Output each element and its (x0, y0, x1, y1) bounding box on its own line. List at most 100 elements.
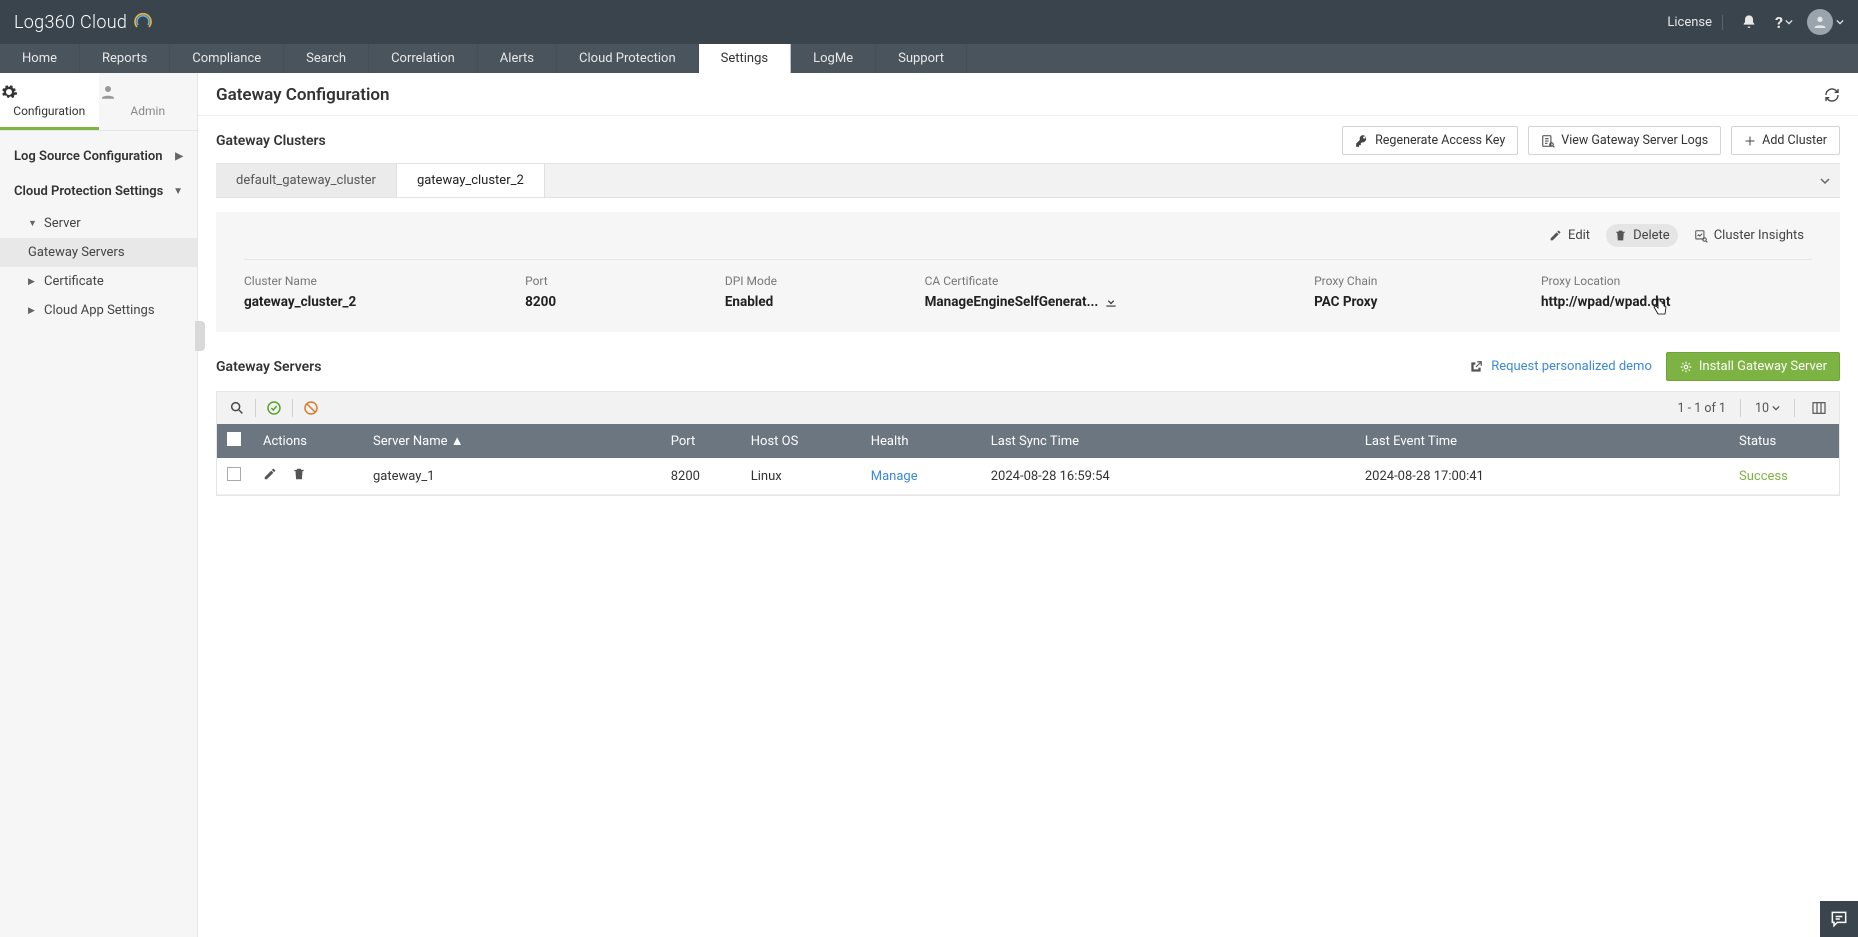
logo-swirl-icon (133, 13, 151, 31)
top-right-controls: License ? (1667, 9, 1844, 35)
caret-right-icon: ▶ (28, 306, 38, 316)
search-icon[interactable] (227, 398, 247, 418)
logs-icon (1541, 134, 1555, 148)
delete-cluster-button[interactable]: Delete (1606, 224, 1678, 247)
col-actions: Actions (253, 424, 363, 458)
main-nav: Home Reports Compliance Search Correlati… (0, 44, 1858, 73)
plus-icon (1744, 135, 1756, 147)
key-icon (1355, 134, 1369, 148)
edit-row-icon[interactable] (263, 467, 277, 481)
side-nav: Log Source Configuration ▶ Cloud Protect… (0, 131, 197, 325)
cluster-name-label: Cluster Name (244, 274, 515, 288)
ca-value: ManageEngineSelfGenerat... (925, 294, 1305, 310)
user-menu[interactable] (1807, 9, 1844, 35)
chat-fab[interactable] (1820, 901, 1858, 937)
servers-table: Actions Server Name ▲ Port Host OS Healt… (217, 424, 1839, 495)
subtab-admin[interactable]: Admin (99, 73, 198, 130)
nav-tab-reports[interactable]: Reports (80, 44, 170, 73)
regenerate-key-button[interactable]: Regenerate Access Key (1342, 126, 1518, 155)
cluster-tab-2[interactable]: gateway_cluster_2 (397, 164, 545, 197)
proxy-loc-label: Proxy Location (1541, 274, 1812, 288)
trash-icon (1614, 229, 1627, 242)
cluster-name-value: gateway_cluster_2 (244, 294, 515, 310)
sidenav-certificate[interactable]: ▶ Certificate (0, 267, 197, 296)
subtab-label: Configuration (13, 104, 85, 118)
health-manage-link[interactable]: Manage (871, 469, 918, 484)
proxy-loc-value: http://wpad/wpad.dat (1541, 294, 1812, 310)
nav-tab-settings[interactable]: Settings (699, 44, 791, 73)
cluster-card: Edit Delete Cluster Insights Cluster Nam… (216, 212, 1840, 332)
pagination-text: 1 - 1 of 1 (1678, 401, 1726, 416)
ca-label: CA Certificate (925, 274, 1305, 288)
select-all-checkbox[interactable] (227, 432, 241, 446)
dpi-value: Enabled (725, 294, 915, 310)
nav-tab-alerts[interactable]: Alerts (478, 44, 557, 73)
port-label: Port (525, 274, 715, 288)
view-logs-button[interactable]: View Gateway Server Logs (1528, 126, 1721, 155)
cluster-tab-default[interactable]: default_gateway_cluster (216, 164, 397, 197)
insights-icon (1694, 229, 1708, 243)
top-header: Log360 Cloud License ? (0, 0, 1858, 44)
sidenav-cloud-app[interactable]: ▶ Cloud App Settings (0, 296, 197, 325)
dpi-label: DPI Mode (725, 274, 915, 288)
download-icon[interactable] (1104, 295, 1118, 309)
caret-right-icon: ▶ (28, 277, 38, 287)
license-link[interactable]: License (1667, 15, 1723, 30)
col-host-os[interactable]: Host OS (741, 424, 861, 458)
subtab-configuration[interactable]: Configuration (0, 73, 99, 130)
sidenav-log-source[interactable]: Log Source Configuration ▶ (0, 139, 197, 174)
bell-icon[interactable] (1737, 10, 1761, 34)
cluster-tabs-expand[interactable] (1810, 170, 1840, 192)
chevron-down-icon: ▼ (173, 186, 183, 197)
servers-header: Gateway Servers Request personalized dem… (198, 346, 1858, 391)
col-server-name[interactable]: Server Name ▲ (363, 424, 661, 458)
sidenav-gateway-servers[interactable]: Gateway Servers (0, 238, 197, 267)
nav-tab-cloud-protection[interactable]: Cloud Protection (557, 44, 699, 73)
nav-tab-search[interactable]: Search (284, 44, 369, 73)
refresh-icon[interactable] (1824, 87, 1840, 103)
sort-asc-icon: ▲ (451, 434, 464, 449)
subtab-label: Admin (130, 104, 165, 118)
delete-row-icon[interactable] (292, 467, 306, 481)
chevron-right-icon: ▶ (175, 151, 183, 162)
nav-tab-logme[interactable]: LogMe (791, 44, 876, 73)
page-header: Gateway Configuration (198, 73, 1858, 116)
sidenav-server[interactable]: ▼ Server (0, 209, 197, 238)
table-toolbar: 1 - 1 of 1 10 (217, 392, 1839, 424)
proxy-chain-value: PAC Proxy (1314, 294, 1531, 310)
servers-title: Gateway Servers (216, 359, 321, 375)
table-row: gateway_1 8200 Linux Manage 2024-08-28 1… (217, 458, 1839, 495)
proxy-chain-label: Proxy Chain (1314, 274, 1531, 288)
cluster-insights-button[interactable]: Cluster Insights (1686, 224, 1812, 247)
cell-last-event: 2024-08-28 17:00:41 (1355, 458, 1729, 495)
admin-icon (99, 83, 198, 101)
col-health[interactable]: Health (861, 424, 981, 458)
sidenav-cloud-protection[interactable]: Cloud Protection Settings ▼ (0, 174, 197, 209)
demo-link[interactable]: Request personalized demo (1491, 359, 1652, 374)
col-status[interactable]: Status (1729, 424, 1839, 458)
add-cluster-button[interactable]: Add Cluster (1731, 126, 1840, 155)
settings-sidebar: Configuration Admin Log Source Configura… (0, 73, 198, 937)
nav-tab-correlation[interactable]: Correlation (369, 44, 478, 73)
external-link-icon[interactable] (1469, 360, 1483, 374)
edit-cluster-button[interactable]: Edit (1541, 224, 1598, 247)
status-badge: Success (1739, 469, 1788, 484)
main-content: Gateway Configuration Gateway Clusters R… (198, 73, 1858, 937)
help-icon[interactable]: ? (1775, 13, 1793, 32)
page-size-select[interactable]: 10 (1755, 401, 1780, 416)
disable-icon[interactable] (301, 398, 321, 418)
row-checkbox[interactable] (227, 467, 241, 481)
cell-port: 8200 (661, 458, 741, 495)
caret-down-icon: ▼ (28, 218, 38, 229)
col-last-sync[interactable]: Last Sync Time (981, 424, 1355, 458)
port-value: 8200 (525, 294, 715, 310)
col-port[interactable]: Port (661, 424, 741, 458)
col-last-event[interactable]: Last Event Time (1355, 424, 1729, 458)
nav-tab-support[interactable]: Support (876, 44, 967, 73)
columns-icon[interactable] (1809, 398, 1829, 418)
avatar-icon (1807, 9, 1833, 35)
nav-tab-home[interactable]: Home (0, 44, 80, 73)
install-gateway-button[interactable]: Install Gateway Server (1666, 352, 1840, 381)
nav-tab-compliance[interactable]: Compliance (170, 44, 284, 73)
enable-icon[interactable] (264, 398, 284, 418)
